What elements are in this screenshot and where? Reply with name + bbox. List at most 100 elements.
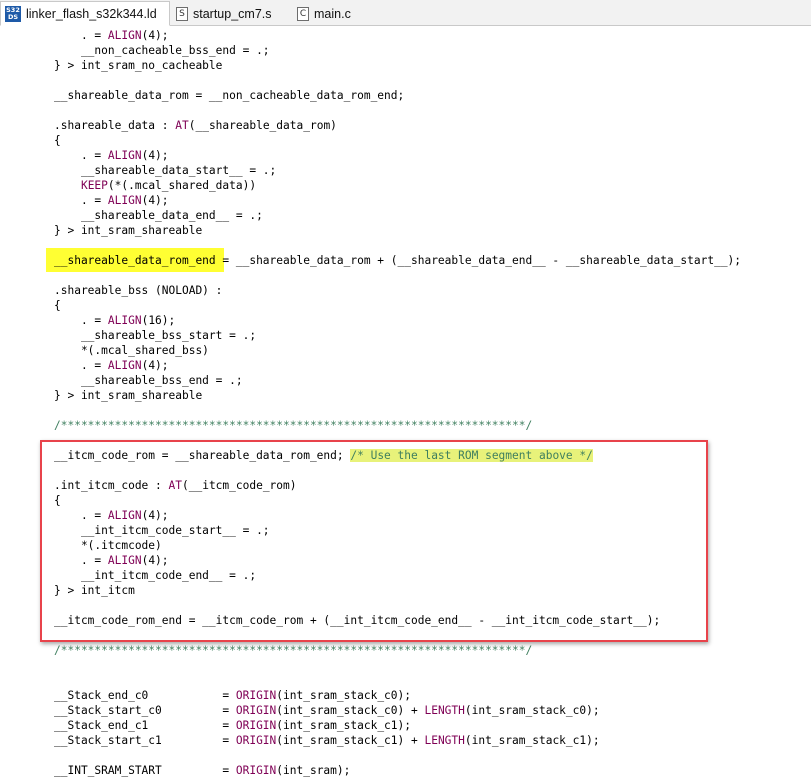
code-token: __shareable_bss_start = .; [54, 329, 257, 342]
code-line: } > int_sram_shareable [54, 223, 202, 238]
code-token: .shareable_bss (NOLOAD) : [54, 284, 223, 297]
code-token: (int_sram_stack_c1) + [276, 734, 425, 747]
code-token: { [54, 134, 61, 147]
code-token: __shareable_data_rom_end [54, 254, 216, 267]
code-token: . = [54, 29, 108, 42]
c-file-icon: C [297, 6, 309, 21]
code-line: KEEP(*(.mcal_shared_data)) [54, 178, 256, 193]
code-line: __shareable_data_start__ = .; [54, 163, 276, 178]
code-token: __shareable_data_end__ = .; [54, 209, 263, 222]
code-token: __itcm_code_rom_end = __itcm_code_rom + … [54, 614, 661, 627]
code-token: __int_itcm_code_start__ = .; [54, 524, 270, 537]
tab-linker-file[interactable]: S32 DS linker_flash_s32k344.ld [0, 1, 170, 26]
tab-startup-file[interactable]: S startup_cm7.s [172, 2, 292, 25]
code-token: __shareable_data_rom = __non_cacheable_d… [54, 89, 405, 102]
code-line: __INT_SRAM_START = ORIGIN(int_sram); [54, 763, 350, 778]
code-token: (4); [141, 194, 169, 207]
code-line: { [54, 298, 61, 313]
code-line: /***************************************… [54, 418, 532, 433]
code-line: . = ALIGN(16); [54, 313, 175, 328]
code-token: KEEP [80, 179, 108, 192]
code-line: __int_itcm_code_start__ = .; [54, 523, 270, 538]
code-token: LENGTH [424, 704, 465, 717]
code-token: ALIGN [107, 149, 142, 162]
editor-tab-bar: S32 DS linker_flash_s32k344.ld S startup_… [0, 0, 811, 26]
code-line: .int_itcm_code : AT(__itcm_code_rom) [54, 478, 297, 493]
code-line: __Stack_end_c0 = ORIGIN(int_sram_stack_c… [54, 688, 411, 703]
code-token: __shareable_data_start__ = .; [54, 164, 277, 177]
code-editor[interactable]: . = ALIGN(4); __non_cacheable_bss_end = … [0, 26, 811, 783]
code-token: (4); [141, 359, 169, 372]
code-token: AT [168, 479, 182, 492]
code-token: *(.itcmcode) [54, 539, 162, 552]
code-token: (int_sram_stack_c0); [276, 689, 411, 702]
code-token: (4); [141, 29, 169, 42]
code-token: (int_sram_stack_c1); [276, 719, 411, 732]
code-token: (*(.mcal_shared_data)) [107, 179, 257, 192]
code-token: __int_itcm_code_end__ = .; [54, 569, 257, 582]
code-token: __itcm_code_rom = __shareable_data_rom_e… [54, 449, 351, 462]
code-token: .shareable_data : [54, 119, 176, 132]
code-token: . = [54, 314, 108, 327]
code-line: __Stack_start_c0 = ORIGIN(int_sram_stack… [54, 703, 600, 718]
code-token: __INT_SRAM_START = [54, 764, 236, 777]
code-line: .shareable_bss (NOLOAD) : [54, 283, 222, 298]
code-token: ALIGN [107, 314, 142, 327]
code-token: } > int_itcm [54, 584, 135, 597]
code-line: } > int_itcm [54, 583, 135, 598]
code-token: . = [54, 359, 108, 372]
code-token: (16); [141, 314, 176, 327]
code-line: /***************************************… [54, 643, 532, 658]
code-token: ALIGN [107, 29, 142, 42]
code-token: } > int_sram_no_cacheable [54, 59, 223, 72]
code-line: .shareable_data : AT(__shareable_data_ro… [54, 118, 337, 133]
code-line: . = ALIGN(4); [54, 358, 169, 373]
code-token: . = [54, 194, 108, 207]
code-token: __Stack_end_c0 = [54, 689, 236, 702]
code-token: (int_sram_stack_c0); [464, 704, 600, 717]
code-line: . = ALIGN(4); [54, 193, 169, 208]
tab-main-c[interactable]: C main.c [293, 2, 383, 25]
code-token: __Stack_end_c1 = [54, 719, 236, 732]
code-line: __shareable_data_rom = __non_cacheable_d… [54, 88, 404, 103]
code-line: . = ALIGN(4); [54, 148, 169, 163]
code-line: . = ALIGN(4); [54, 508, 169, 523]
tab-label: startup_cm7.s [193, 6, 272, 21]
code-token: ORIGIN [235, 689, 277, 702]
code-token: *(.mcal_shared_bss) [54, 344, 209, 357]
code-token: ORIGIN [235, 734, 277, 747]
code-token: __non_cacheable_bss_end = .; [54, 44, 270, 57]
code-token: ALIGN [107, 194, 142, 207]
code-line: { [54, 493, 61, 508]
assembly-file-icon: S [176, 6, 188, 21]
code-token: ORIGIN [235, 764, 277, 777]
code-token: } > int_sram_shareable [54, 224, 203, 237]
code-token: { [54, 494, 61, 507]
s32ds-file-icon: S32 DS [5, 5, 21, 22]
code-line: __shareable_data_rom_end = __shareable_d… [54, 253, 741, 268]
code-token: ALIGN [107, 359, 142, 372]
code-line: __Stack_start_c1 = ORIGIN(int_sram_stack… [54, 733, 600, 748]
code-line: __shareable_bss_start = .; [54, 328, 256, 343]
code-line: __shareable_data_end__ = .; [54, 208, 263, 223]
code-token: (__shareable_data_rom) [188, 119, 337, 132]
code-token: (int_sram); [276, 764, 351, 777]
code-token: __Stack_start_c1 = [54, 734, 236, 747]
code-line: { [54, 133, 61, 148]
code-token: (4); [141, 554, 169, 567]
code-token: /***************************************… [54, 419, 533, 432]
code-token: } > int_sram_shareable [54, 389, 203, 402]
code-line: } > int_sram_shareable [54, 388, 202, 403]
code-line: } > int_sram_no_cacheable [54, 58, 222, 73]
code-line: . = ALIGN(4); [54, 28, 169, 43]
code-token: (__itcm_code_rom) [182, 479, 297, 492]
code-token: = __shareable_data_rom + (__shareable_da… [215, 254, 742, 267]
code-line: __itcm_code_rom_end = __itcm_code_rom + … [54, 613, 660, 628]
code-line: __itcm_code_rom = __shareable_data_rom_e… [54, 448, 593, 463]
code-token: __shareable_bss_end = .; [54, 374, 243, 387]
code-token: __Stack_start_c0 = [54, 704, 236, 717]
code-token: . = [54, 554, 108, 567]
code-token: ALIGN [107, 554, 142, 567]
code-token: (int_sram_stack_c0) + [276, 704, 425, 717]
